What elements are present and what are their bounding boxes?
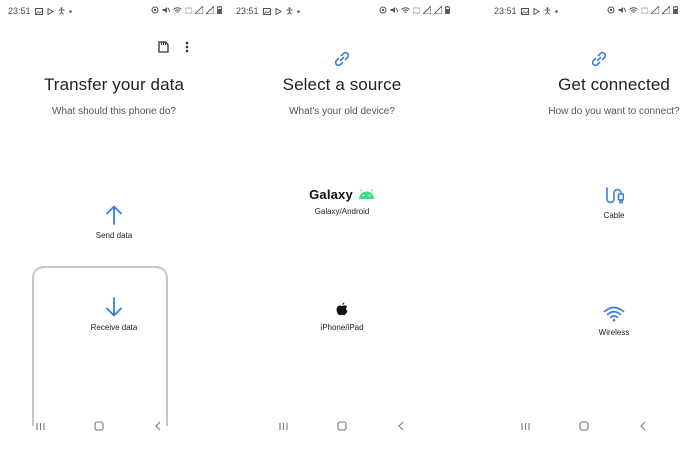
arrow-up-icon xyxy=(106,205,122,225)
mute-icon xyxy=(162,6,170,14)
status-time: 23:51 xyxy=(236,6,259,16)
receive-data-label: Receive data xyxy=(90,323,138,332)
screen-select-a-source: 23:51 Select a source What's your old de… xyxy=(228,0,456,450)
iphone-ipad-label: iPhone/iPad xyxy=(320,323,364,332)
page-subtitle: What's your old device? xyxy=(289,106,395,117)
link-icon xyxy=(334,51,350,67)
mute-icon xyxy=(390,6,398,14)
battery-icon xyxy=(445,6,450,14)
cable-option[interactable]: Cable xyxy=(514,186,684,220)
receive-data-option[interactable]: Receive data xyxy=(0,297,228,332)
dot-icon xyxy=(296,9,300,13)
galaxy-android-label: Galaxy/Android xyxy=(314,207,370,216)
page-subtitle: How do you want to connect? xyxy=(548,106,680,117)
accessibility-icon xyxy=(544,7,551,15)
receive-data-card[interactable] xyxy=(32,266,168,426)
signal-icon xyxy=(651,6,659,14)
navigation-bar xyxy=(456,419,684,433)
mute-icon xyxy=(618,6,626,14)
galaxy-android-option[interactable]: Galaxy Galaxy/Android xyxy=(228,186,456,216)
home-icon[interactable] xyxy=(92,419,106,433)
play-store-icon xyxy=(533,7,540,15)
cable-label: Cable xyxy=(603,211,625,220)
galaxy-logo: Galaxy xyxy=(309,186,353,202)
signal-icon xyxy=(206,6,214,14)
recents-icon[interactable] xyxy=(518,419,532,433)
recents-icon[interactable] xyxy=(276,419,290,433)
status-bar: 23:51 xyxy=(456,6,684,20)
page-title: Select a source xyxy=(282,75,402,94)
apple-icon xyxy=(336,302,348,316)
dot-icon xyxy=(554,9,558,13)
recents-icon[interactable] xyxy=(33,419,47,433)
dot-icon xyxy=(68,9,72,13)
volte-icon xyxy=(413,7,420,14)
wireless-label: Wireless xyxy=(598,328,630,337)
signal-icon xyxy=(662,6,670,14)
wireless-option[interactable]: Wireless xyxy=(514,306,684,337)
send-data-option[interactable]: Send data xyxy=(0,205,228,240)
alarm-icon xyxy=(151,6,159,14)
battery-icon xyxy=(673,6,678,14)
link-icon xyxy=(591,51,607,67)
screen-get-connected: 23:51 Get connected How do you want to c… xyxy=(456,0,684,450)
status-bar: 23:51 xyxy=(0,6,228,20)
wifi-status-icon xyxy=(629,6,638,14)
screen-transfer-your-data: 23:51 Transfer your data What should thi… xyxy=(0,0,228,450)
volte-icon xyxy=(185,7,192,14)
wifi-icon xyxy=(603,306,625,322)
alarm-icon xyxy=(379,6,387,14)
signal-icon xyxy=(434,6,442,14)
page-title: Get connected xyxy=(558,75,670,94)
gallery-icon xyxy=(34,7,43,15)
play-store-icon xyxy=(275,7,282,15)
alarm-icon xyxy=(607,6,615,14)
gallery-icon xyxy=(262,7,271,15)
page-subtitle: What should this phone do? xyxy=(52,106,176,117)
iphone-ipad-option[interactable]: iPhone/iPad xyxy=(228,302,456,332)
back-icon[interactable] xyxy=(151,419,165,433)
status-bar: 23:51 xyxy=(228,6,456,20)
signal-icon xyxy=(195,6,203,14)
back-icon[interactable] xyxy=(636,419,650,433)
signal-icon xyxy=(423,6,431,14)
volte-icon xyxy=(641,7,648,14)
battery-icon xyxy=(217,6,222,14)
arrow-down-icon xyxy=(106,297,122,317)
accessibility-icon xyxy=(286,7,293,15)
back-icon[interactable] xyxy=(394,419,408,433)
sd-card-icon[interactable] xyxy=(156,40,170,54)
page-title: Transfer your data xyxy=(43,75,185,94)
accessibility-icon xyxy=(58,7,65,15)
more-options-icon[interactable] xyxy=(180,40,194,54)
android-icon xyxy=(358,189,374,199)
home-icon[interactable] xyxy=(577,419,591,433)
navigation-bar xyxy=(0,419,228,433)
home-icon[interactable] xyxy=(335,419,349,433)
send-data-label: Send data xyxy=(95,231,133,240)
play-store-icon xyxy=(47,7,54,15)
status-time: 23:51 xyxy=(494,6,517,16)
wifi-status-icon xyxy=(401,6,410,14)
cable-icon xyxy=(606,187,624,204)
wifi-status-icon xyxy=(173,6,182,14)
navigation-bar xyxy=(228,419,456,433)
status-time: 23:51 xyxy=(8,6,31,16)
gallery-icon xyxy=(520,7,529,15)
